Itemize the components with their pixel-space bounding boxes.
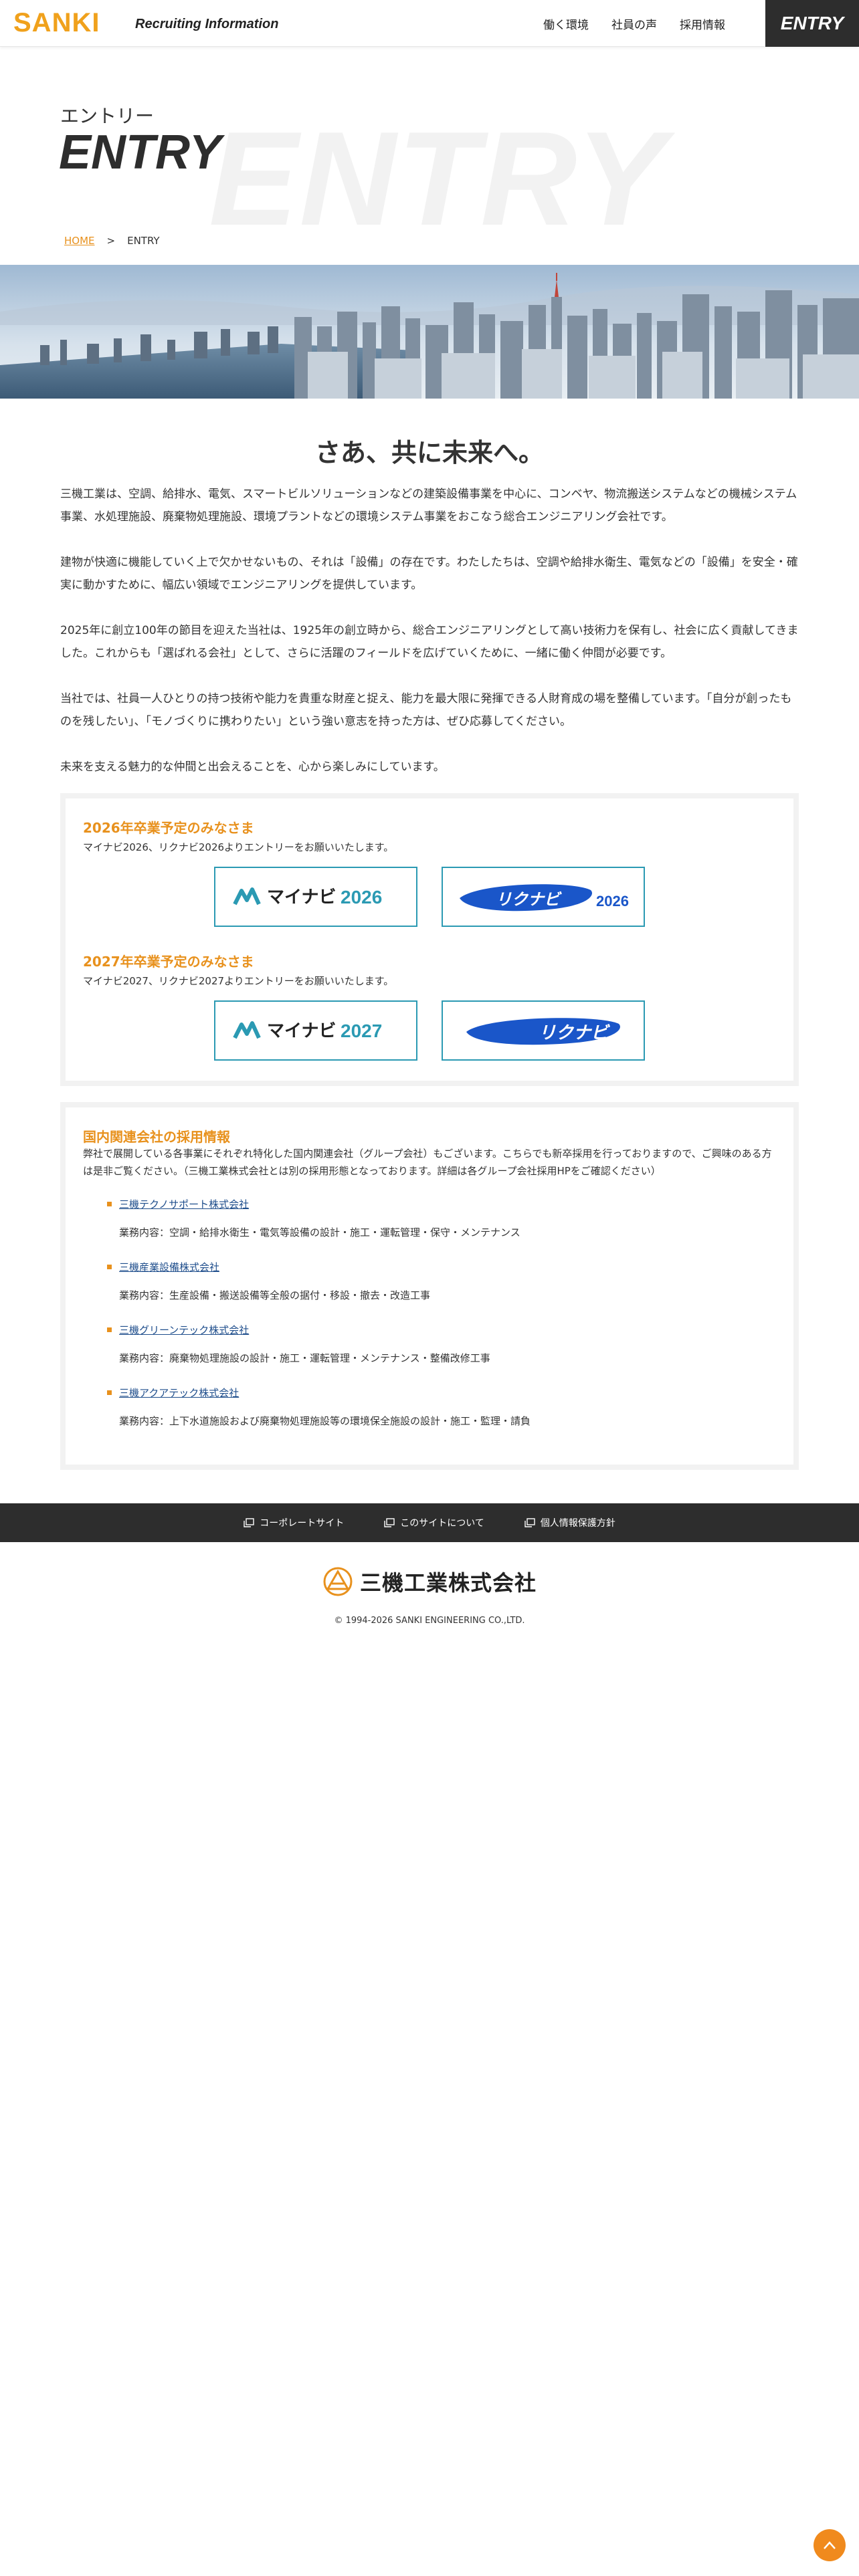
logo-subtitle: Recruiting Information: [135, 17, 279, 31]
intro-paragraph: 当社では、社員一人ひとりの持つ技術や能力を貴重な財産と捉え、能力を最大限に発揮で…: [60, 692, 792, 728]
footer-company: 三機工業株式会社: [0, 1566, 859, 1597]
breadcrumb-current: ENTRY: [127, 235, 160, 247]
intro-text: 三機工業は、空調、給排水、電気、スマートビルソリューションなどの建築設備事業を中…: [60, 483, 799, 801]
breadcrumb: HOME > ENTRY: [64, 235, 160, 247]
rikunabi-2026-button[interactable]: リクナビ 2026: [442, 867, 645, 927]
external-link-icon: [524, 1518, 535, 1527]
mynavi-year: 2027: [341, 1021, 382, 1041]
group-heading: 国内関連会社の採用情報: [83, 1129, 230, 1145]
company-desc: 業務内容：廃棄物処理施設の設計・施工・運転管理・メンテナンス・整備改修工事: [119, 1352, 490, 1364]
rikunabi-year: 2026: [596, 893, 629, 909]
mynavi-logo-icon: [233, 887, 261, 905]
external-link-icon: [384, 1518, 395, 1527]
text-2026: マイナビ2026、リクナビ2026よりエントリーをお願いいたします。: [83, 841, 394, 853]
bullet-icon: [107, 1390, 112, 1395]
nav-recruitment-info[interactable]: 採用情報: [680, 15, 725, 32]
mynavi-label: マイナビ: [267, 1021, 336, 1041]
company-link[interactable]: 三機アクアテック株式会社: [119, 1386, 239, 1400]
group-intro-text: 弊社で展開している各事業にそれぞれ特化した国内関連会社（グループ会社）もございま…: [83, 1148, 772, 1177]
breadcrumb-home-link[interactable]: HOME: [64, 235, 95, 247]
global-nav: 働く環境 社員の声 採用情報: [543, 0, 725, 47]
company-desc: 業務内容：生産設備・搬送設備等全般の据付・移設・撤去・改造工事: [119, 1289, 431, 1301]
footer-link-label: このサイトについて: [400, 1518, 484, 1529]
background-entry-text: ENTRY: [209, 104, 667, 253]
mynavi-logo-icon: [233, 1021, 261, 1039]
group-company-list: 三機テクノサポート株式会社 業務内容：空調・給排水衛生・電気等設備の設計・施工・…: [107, 1197, 776, 1448]
rikunabi-2027-button[interactable]: リクナビ: [442, 1000, 645, 1061]
footer-corporate-link[interactable]: コーポレートサイト: [244, 1516, 344, 1529]
external-link-icon: [244, 1518, 254, 1527]
page-title-en: ENTRY: [59, 126, 221, 179]
mynavi-2027-button[interactable]: マイナビ 2027: [214, 1000, 417, 1061]
entry-links-box: 2026年卒業予定のみなさま マイナビ2026、リクナビ2026よりエントリーを…: [60, 793, 799, 1086]
page-top-button[interactable]: [814, 2529, 846, 2561]
mynavi-year: 2026: [341, 887, 382, 907]
intro-paragraph: 三機工業は、空調、給排水、電気、スマートビルソリューションなどの建築設備事業を中…: [60, 488, 797, 524]
company-link[interactable]: 三機テクノサポート株式会社: [119, 1197, 249, 1211]
list-item: 三機産業設備株式会社 業務内容：生産設備・搬送設備等全般の据付・移設・撤去・改造…: [107, 1260, 776, 1323]
rikunabi-label: リクナビ: [496, 890, 562, 909]
list-item: 三機グリーンテック株式会社 業務内容：廃棄物処理施設の設計・施工・運転管理・メン…: [107, 1323, 776, 1386]
mynavi-2026-button[interactable]: マイナビ 2026: [214, 867, 417, 927]
list-item: 三機アクアテック株式会社 業務内容：上下水道施設および廃棄物処理施設等の環境保全…: [107, 1386, 776, 1448]
nav-employee-voices[interactable]: 社員の声: [611, 15, 657, 32]
text-2027: マイナビ2027、リクナビ2027よりエントリーをお願いいたします。: [83, 975, 394, 987]
intro-paragraph: 2025年に創立100年の節目を迎えた当社は、1925年の創立時から、総合エンジ…: [60, 624, 799, 660]
nav-work-environment[interactable]: 働く環境: [543, 15, 589, 32]
list-item: 三機テクノサポート株式会社 業務内容：空調・給排水衛生・電気等設備の設計・施工・…: [107, 1197, 776, 1260]
chevron-up-icon: [824, 2541, 836, 2549]
group-companies-box: 国内関連会社の採用情報 弊社で展開している各事業にそれぞれ特化した国内関連会社（…: [60, 1102, 799, 1470]
footer-about-link[interactable]: このサイトについて: [384, 1516, 484, 1529]
footer-link-label: コーポレートサイト: [260, 1518, 345, 1529]
bullet-icon: [107, 1265, 112, 1269]
page-title-jp: エントリー: [60, 105, 155, 127]
company-desc: 業務内容：空調・給排水衛生・電気等設備の設計・施工・運転管理・保守・メンテナンス: [119, 1226, 520, 1239]
intro-paragraph: 未来を支える魅力的な仲間と出会えることを、心から楽しみにしています。: [60, 760, 445, 774]
heading-2026: 2026年卒業予定のみなさま: [83, 820, 254, 836]
footer-privacy-link[interactable]: 個人情報保護方針: [524, 1516, 615, 1529]
city-skyline-banner: [0, 265, 859, 399]
company-emblem-icon: [323, 1567, 353, 1596]
copyright: © 1994-2026 SANKI ENGINEERING CO.,LTD.: [334, 1616, 525, 1626]
sanki-logo[interactable]: SANKI: [13, 9, 100, 36]
company-link[interactable]: 三機産業設備株式会社: [119, 1260, 219, 1274]
company-name: 三機工業株式会社: [359, 1570, 537, 1596]
heading-2027: 2027年卒業予定のみなさま: [83, 954, 254, 970]
intro-paragraph: 建物が快適に機能していく上で欠かせないもの、それは「設備」の存在です。わたしたち…: [60, 556, 798, 592]
bullet-icon: [107, 1202, 112, 1206]
company-link[interactable]: 三機グリーンテック株式会社: [119, 1323, 249, 1337]
rikunabi-label: リクナビ: [539, 1023, 610, 1043]
catch-copy: さあ、共に未来へ。: [314, 438, 544, 467]
header-entry-button[interactable]: ENTRY: [765, 0, 859, 47]
footer-link-bar: コーポレートサイト このサイトについて 個人情報保護方針: [0, 1503, 859, 1542]
breadcrumb-separator: >: [106, 235, 116, 247]
company-desc: 業務内容：上下水道施設および廃棄物処理施設等の環境保全施設の設計・施工・監理・請…: [119, 1415, 531, 1427]
mynavi-label: マイナビ: [267, 887, 336, 907]
site-header: SANKI Recruiting Information 働く環境 社員の声 採…: [0, 0, 859, 47]
bullet-icon: [107, 1327, 112, 1332]
footer-link-label: 個人情報保護方針: [540, 1518, 615, 1529]
